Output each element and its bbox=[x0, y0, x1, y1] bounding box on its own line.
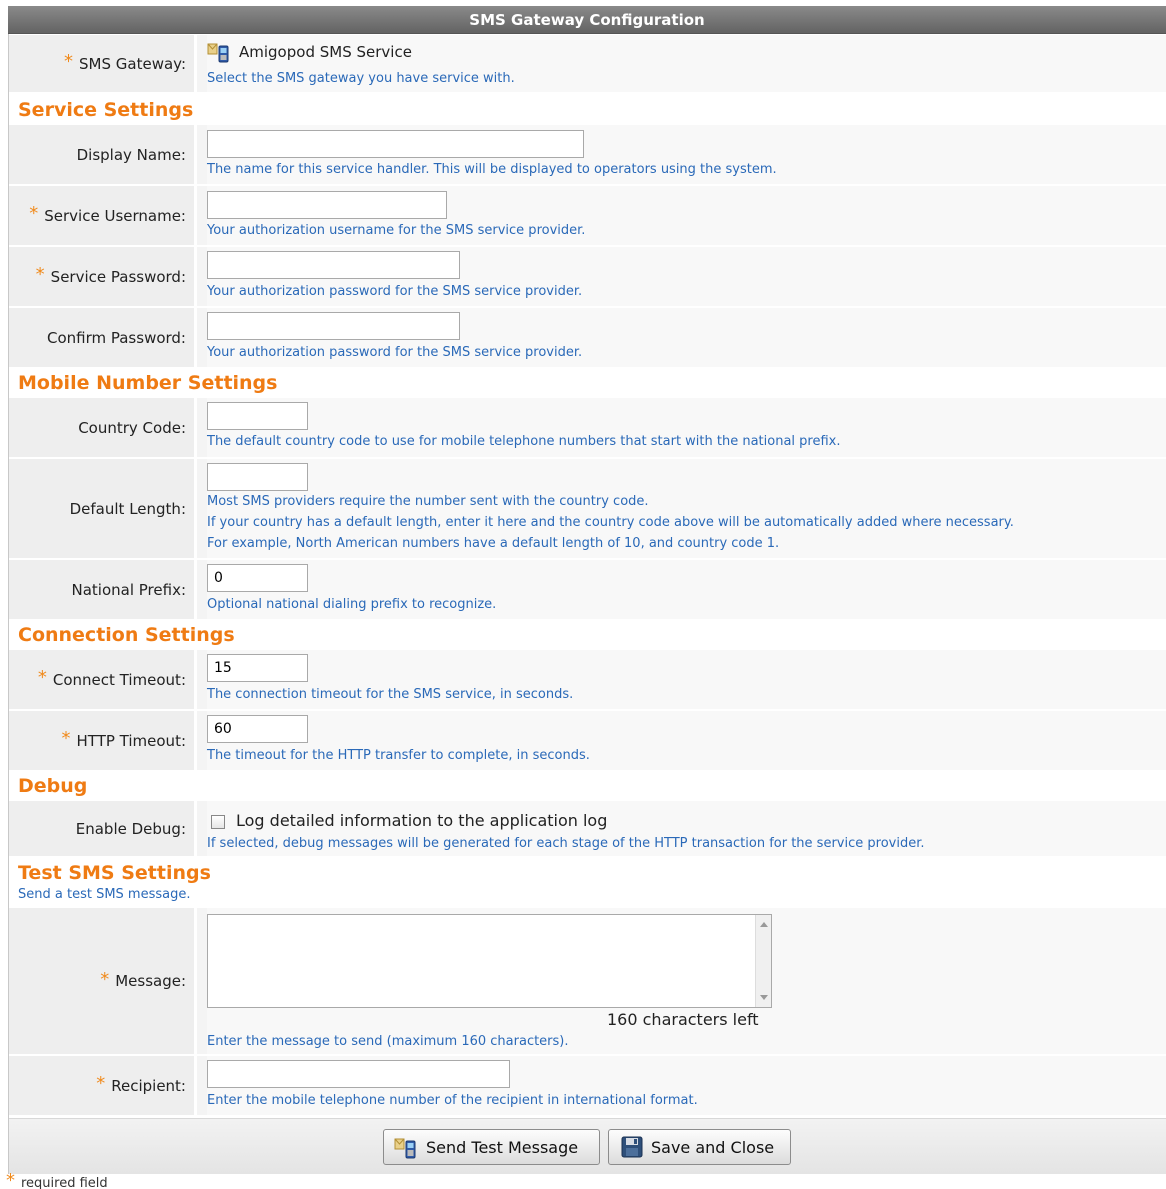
required-marker: * bbox=[61, 728, 71, 749]
sms-phone-icon bbox=[207, 41, 233, 63]
section-service-settings: Service Settings bbox=[18, 99, 194, 121]
message-scrollbar[interactable] bbox=[755, 915, 771, 1007]
required-marker: * bbox=[64, 51, 74, 72]
required-marker: * bbox=[6, 1170, 15, 1189]
gateway-label: SMS Gateway: bbox=[79, 54, 186, 73]
message-textarea[interactable] bbox=[207, 914, 772, 1008]
display-name-label: Display Name: bbox=[9, 125, 197, 184]
page-title: SMS Gateway Configuration bbox=[8, 6, 1166, 34]
enable-debug-checkbox[interactable] bbox=[211, 815, 225, 829]
confirm-password-row: Confirm Password: Your authorization pas… bbox=[9, 308, 1166, 368]
http-timeout-help: The timeout for the HTTP transfer to com… bbox=[207, 748, 590, 763]
display-name-input[interactable] bbox=[207, 130, 584, 158]
recipient-label: Recipient: bbox=[111, 1076, 186, 1095]
http-timeout-row: * HTTP Timeout: The timeout for the HTTP … bbox=[9, 711, 1166, 771]
section-debug: Debug bbox=[18, 775, 88, 797]
username-help: Your authorization username for the SMS … bbox=[207, 223, 586, 238]
connect-timeout-row: * Connect Timeout: The connection timeout… bbox=[9, 650, 1166, 710]
floppy-disk-icon bbox=[619, 1135, 645, 1159]
connect-timeout-label: Connect Timeout: bbox=[52, 670, 186, 689]
message-help: Enter the message to send (maximum 160 c… bbox=[207, 1034, 569, 1049]
national-prefix-input[interactable] bbox=[207, 564, 308, 592]
required-marker: * bbox=[29, 203, 39, 224]
country-code-help: The default country code to use for mobi… bbox=[207, 434, 841, 449]
message-label: Message: bbox=[115, 972, 186, 990]
enable-debug-label: Enable Debug: bbox=[9, 801, 197, 856]
confirm-password-input[interactable] bbox=[207, 312, 460, 340]
password-row: * Service Password: Your authorization pa… bbox=[9, 247, 1166, 307]
test-sms-subtitle: Send a test SMS message. bbox=[18, 887, 191, 902]
username-label: Service Username: bbox=[44, 206, 186, 225]
required-marker: * bbox=[35, 264, 45, 285]
recipient-input[interactable] bbox=[207, 1060, 510, 1088]
section-mobile-number-settings: Mobile Number Settings bbox=[18, 372, 278, 394]
username-input[interactable] bbox=[207, 191, 447, 219]
recipient-help: Enter the mobile telephone number of the… bbox=[207, 1093, 698, 1108]
national-prefix-row: National Prefix: Optional national diali… bbox=[9, 560, 1166, 620]
enable-debug-row: Enable Debug: Log detailed information t… bbox=[9, 801, 1166, 857]
default-length-label: Default Length: bbox=[9, 459, 197, 558]
confirm-password-label: Confirm Password: bbox=[9, 308, 197, 367]
http-timeout-input[interactable] bbox=[207, 715, 308, 743]
enable-debug-checkbox-label[interactable]: Log detailed information to the applicat… bbox=[236, 811, 607, 830]
country-code-row: Country Code: The default country code t… bbox=[9, 398, 1166, 458]
confirm-password-help: Your authorization password for the SMS … bbox=[207, 345, 583, 360]
national-prefix-help: Optional national dialing prefix to reco… bbox=[207, 597, 497, 612]
default-length-row: Default Length: Most SMS providers requi… bbox=[9, 459, 1166, 559]
display-name-row: Display Name: The name for this service … bbox=[9, 125, 1166, 185]
default-length-help-2: If your country has a default length, en… bbox=[207, 515, 1014, 530]
scroll-arrows-icon bbox=[760, 922, 768, 1000]
section-connection-settings: Connection Settings bbox=[18, 624, 235, 646]
country-code-label: Country Code: bbox=[9, 398, 197, 457]
password-input[interactable] bbox=[207, 251, 460, 279]
required-marker: * bbox=[96, 1073, 106, 1094]
default-length-help-3: For example, North American numbers have… bbox=[207, 536, 780, 551]
display-name-help: The name for this service handler. This … bbox=[207, 162, 777, 177]
default-length-input[interactable] bbox=[207, 463, 308, 491]
default-length-help-1: Most SMS providers require the number se… bbox=[207, 494, 649, 509]
message-character-counter: 160 characters left bbox=[607, 1010, 759, 1029]
sms-phone-icon bbox=[394, 1135, 420, 1159]
country-code-input[interactable] bbox=[207, 402, 308, 430]
button-bar: Send Test Message Save and Close bbox=[9, 1118, 1166, 1174]
gateway-help: Select the SMS gateway you have service … bbox=[207, 71, 515, 86]
connect-timeout-input[interactable] bbox=[207, 654, 308, 682]
send-test-message-button[interactable]: Send Test Message bbox=[383, 1129, 600, 1165]
section-test-sms-settings: Test SMS Settings bbox=[18, 862, 211, 884]
national-prefix-label: National Prefix: bbox=[9, 560, 197, 619]
connect-timeout-help: The connection timeout for the SMS servi… bbox=[207, 687, 574, 702]
required-marker: * bbox=[37, 667, 47, 688]
http-timeout-label: HTTP Timeout: bbox=[76, 731, 186, 750]
recipient-row: * Recipient: Enter the mobile telephone n… bbox=[9, 1056, 1166, 1116]
password-help: Your authorization password for the SMS … bbox=[207, 284, 583, 299]
enable-debug-help: If selected, debug messages will be gene… bbox=[207, 836, 925, 851]
message-row: * Message: 160 characters left Enter the … bbox=[9, 908, 1166, 1055]
required-marker: * bbox=[100, 968, 110, 990]
save-and-close-button[interactable]: Save and Close bbox=[608, 1129, 791, 1165]
required-field-note: * required field bbox=[6, 1170, 108, 1189]
gateway-row: * SMS Gateway: Amigopod SMS Service Selec… bbox=[9, 35, 1166, 93]
username-row: * Service Username: Your authorization us… bbox=[9, 186, 1166, 246]
gateway-value: Amigopod SMS Service bbox=[207, 41, 412, 63]
password-label: Service Password: bbox=[50, 267, 186, 286]
